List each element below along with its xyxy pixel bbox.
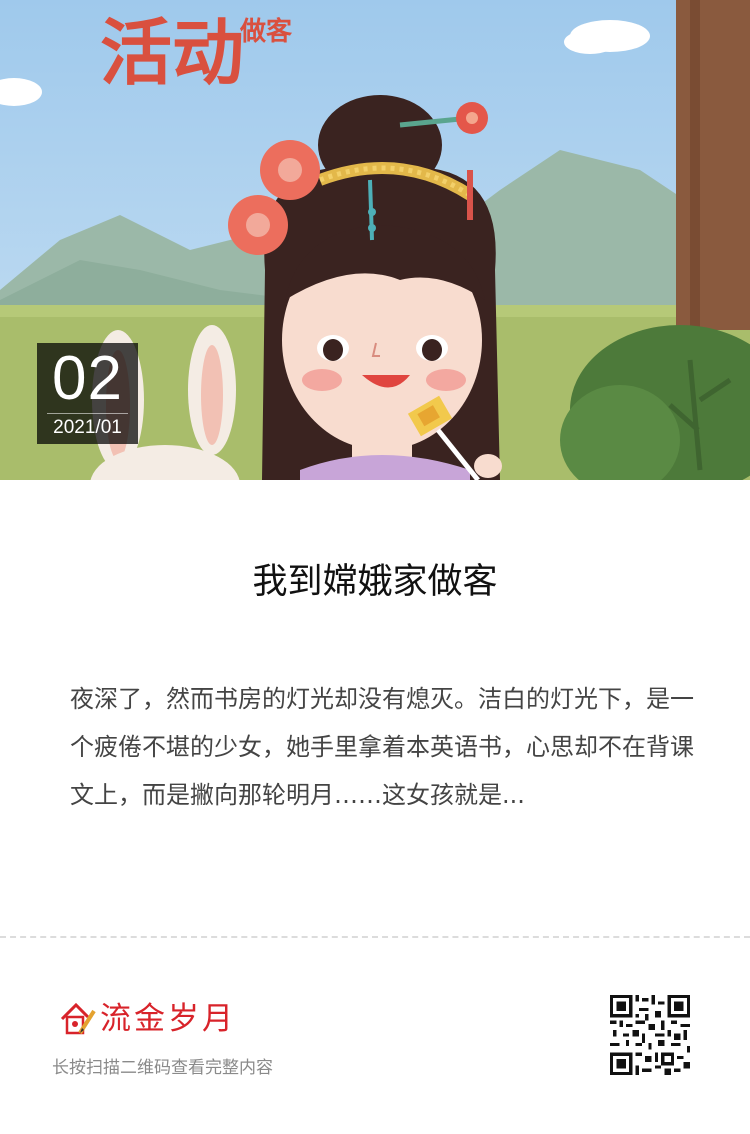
cover-image: 活动 做客 02 2021/01 (0, 0, 750, 480)
dashed-divider (0, 936, 750, 938)
scan-hint: 长按扫描二维码查看完整内容 (52, 1058, 273, 1078)
house-pencil-icon (60, 1002, 96, 1035)
date-divider (47, 413, 128, 414)
poster-text-small: 做客 (239, 16, 293, 47)
date-day: 02 (52, 344, 123, 413)
brand-logo: 流金岁月 (58, 998, 236, 1040)
article-excerpt: 夜深了，然而书房的灯光却没有熄灭。洁白的灯光下，是一个疲倦不堪的少女，她手里拿着… (70, 685, 694, 809)
article-title: 我到嫦娥家做客 (252, 562, 498, 602)
date-year-month: 2021/01 (53, 417, 122, 438)
date-badge: 02 2021/01 (37, 343, 138, 444)
qr-code-icon[interactable] (610, 995, 690, 1075)
brand-name: 流金岁月 (100, 1001, 236, 1037)
poster-text-huo: 活动 (100, 10, 244, 95)
share-card: 活动 做客 02 2021/01 我到嫦娥家做客 夜深了，然而书房的灯光却没有熄… (0, 0, 750, 1134)
